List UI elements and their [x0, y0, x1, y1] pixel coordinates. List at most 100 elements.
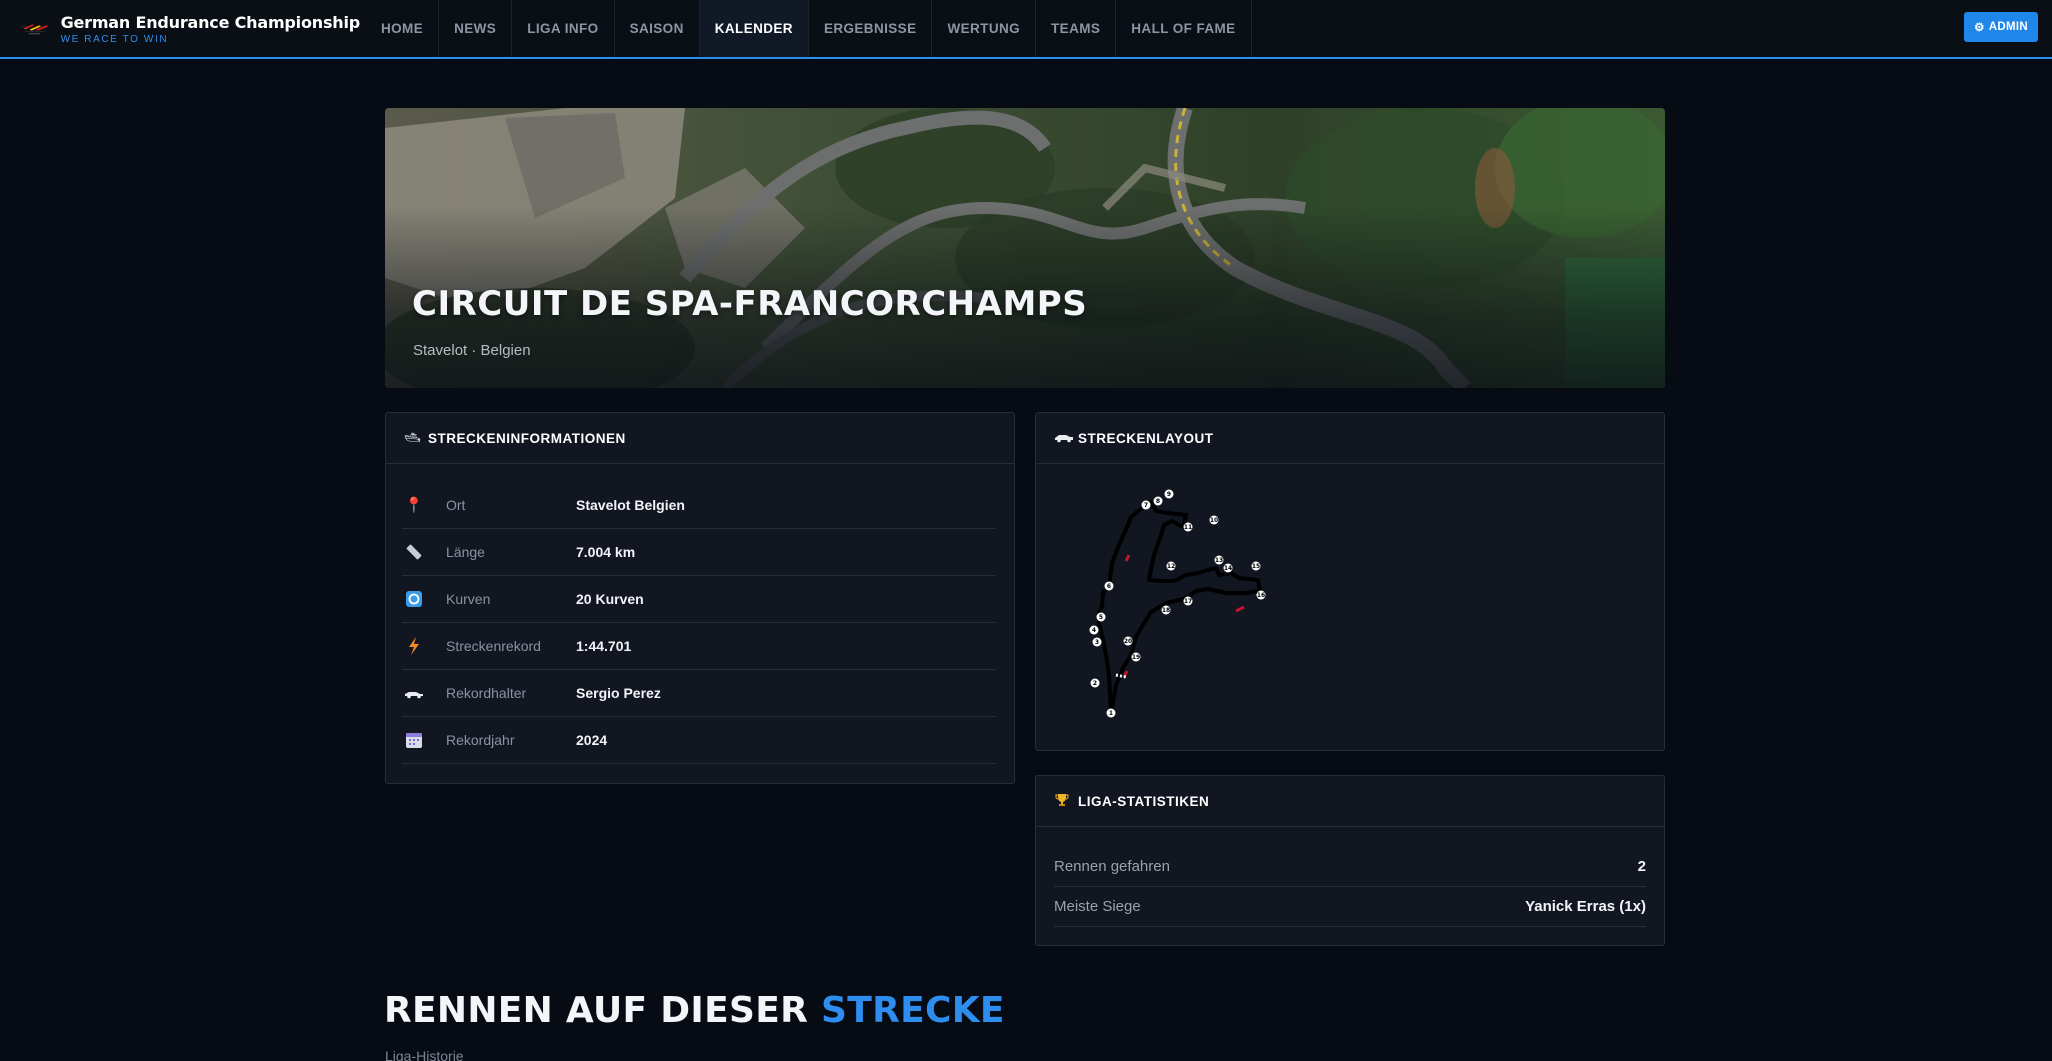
- corner-marker: 6: [1104, 581, 1114, 591]
- info-row-holder: Rekordhalter Sergio Perez: [402, 670, 996, 717]
- corner-number: 14: [1224, 565, 1232, 572]
- info-label: Kurven: [446, 591, 491, 607]
- brand-tagline: WE RACE TO WIN: [60, 33, 169, 45]
- corner-number: 11: [1184, 524, 1192, 531]
- league-stats-title: LIGA-STATISTIKEN: [1078, 793, 1210, 809]
- nav-teams[interactable]: TEAMS: [1036, 0, 1117, 57]
- corner-number: 19: [1132, 654, 1140, 661]
- nav-saison[interactable]: SAISON: [615, 0, 700, 57]
- admin-label: ADMIN: [1988, 21, 2028, 33]
- track-info-card: 🛥 STRECKENINFORMATIONEN 📍 Ort Stavelot B…: [385, 412, 1015, 784]
- stat-value: Yanick Erras (1x): [1525, 898, 1646, 915]
- corner-number: 4: [1092, 627, 1096, 634]
- info-label: Ort: [446, 497, 466, 513]
- nav-kalender[interactable]: KALENDER: [699, 0, 809, 57]
- corner-marker: 15: [1251, 561, 1261, 571]
- corner-number: 13: [1215, 557, 1223, 564]
- nav-hall-of-fame[interactable]: HALL OF FAME: [1116, 0, 1252, 57]
- brand[interactable]: German Endurance Championship WE RACE TO…: [0, 0, 360, 57]
- track-info-header: 🛥 STRECKENINFORMATIONEN: [386, 413, 1014, 464]
- car-icon: 🛥: [404, 430, 421, 445]
- races-section-subtitle: Liga-Historie: [385, 1048, 464, 1061]
- corner-marker: 18: [1161, 605, 1171, 615]
- league-stats-card: LIGA-STATISTIKEN Rennen gefahren 2 Meist…: [1035, 775, 1665, 946]
- corner-number: 9: [1167, 491, 1171, 498]
- nav-news[interactable]: NEWS: [439, 0, 513, 57]
- corner-marker: 9: [1164, 489, 1174, 499]
- refresh-icon: [402, 587, 426, 611]
- corner-marker: 20: [1123, 636, 1133, 646]
- corner-number: 3: [1095, 639, 1099, 646]
- nav-home[interactable]: HOME: [366, 0, 440, 57]
- corner-marker: 11: [1183, 522, 1193, 532]
- navbar: German Endurance Championship WE RACE TO…: [0, 0, 2052, 59]
- track-kerb: [1124, 554, 1131, 562]
- corner-number: 10: [1210, 517, 1218, 524]
- corner-number: 18: [1162, 607, 1170, 614]
- track-layout-header: STRECKENLAYOUT: [1036, 413, 1664, 464]
- corner-number: 1: [1109, 710, 1113, 717]
- admin-button[interactable]: ⚙ ADMIN: [1964, 12, 2038, 42]
- track-info-title: STRECKENINFORMATIONEN: [428, 430, 626, 446]
- calendar-icon: [402, 728, 426, 752]
- info-value: Stavelot Belgien: [576, 497, 685, 513]
- info-row-length: Länge 7.004 km: [402, 529, 996, 576]
- hero-gradient-overlay: [385, 108, 1665, 388]
- info-row-record: Streckenrekord 1:44.701: [402, 623, 996, 670]
- corner-marker: 5: [1096, 612, 1106, 622]
- stat-value: 2: [1637, 858, 1646, 875]
- corner-marker: 14: [1223, 563, 1233, 573]
- brand-title: German Endurance Championship: [60, 12, 361, 32]
- info-row-location: 📍 Ort Stavelot Belgien: [402, 482, 996, 529]
- stat-label: Meiste Siege: [1054, 898, 1141, 915]
- corner-marker: 12: [1166, 561, 1176, 571]
- ruler-icon: [402, 540, 426, 564]
- info-label: Länge: [446, 544, 485, 560]
- pin-icon: 📍: [404, 497, 424, 514]
- info-value: 20 Kurven: [576, 591, 644, 607]
- info-value: Sergio Perez: [576, 685, 661, 701]
- corner-number: 5: [1099, 614, 1103, 621]
- corner-marker: 19: [1131, 652, 1141, 662]
- info-label: Rekordjahr: [446, 732, 515, 748]
- corner-marker: 2: [1090, 678, 1100, 688]
- track-map: 1 2 3 4 5 6 7 8 9 10 11 12 13 14 15 16 1…: [1089, 489, 1266, 718]
- racecar-icon: [402, 681, 426, 705]
- corner-number: 2: [1093, 680, 1097, 687]
- nav-wertung[interactable]: WERTUNG: [932, 0, 1037, 57]
- track-location: Stavelot · Belgien: [413, 342, 531, 359]
- info-value: 7.004 km: [576, 544, 636, 560]
- nav-liga-info[interactable]: LIGA INFO: [512, 0, 615, 57]
- corner-marker: 8: [1153, 496, 1163, 506]
- trophy-icon: [1054, 793, 1070, 810]
- corner-number: 16: [1257, 592, 1265, 599]
- corner-marker: 1: [1106, 708, 1116, 718]
- corner-number: 6: [1107, 583, 1111, 590]
- lightning-icon: [402, 634, 426, 658]
- corner-marker: 7: [1141, 500, 1151, 510]
- main-nav: HOME NEWS LIGA INFO SAISON KALENDER ERGE…: [366, 0, 1252, 57]
- track-title: CIRCUIT DE SPA-FRANCORCHAMPS: [412, 284, 1088, 324]
- track-layout-title: STRECKENLAYOUT: [1078, 430, 1214, 446]
- track-hero: CIRCUIT DE SPA-FRANCORCHAMPS Stavelot · …: [385, 108, 1665, 388]
- corner-number: 20: [1124, 638, 1132, 645]
- corner-number: 8: [1156, 498, 1160, 505]
- info-label: Rekordhalter: [446, 685, 527, 701]
- corner-marker: 13: [1214, 555, 1224, 565]
- corner-marker: 4: [1089, 625, 1099, 635]
- info-value: 1:44.701: [576, 638, 632, 654]
- info-row-corners: Kurven 20 Kurven: [402, 576, 996, 623]
- corner-number: 17: [1184, 598, 1192, 605]
- races-title-main: RENNEN AUF DIESER: [384, 990, 821, 1031]
- nav-ergebnisse[interactable]: ERGEBNISSE: [809, 0, 933, 57]
- info-row-year: Rekordjahr 2024: [402, 717, 996, 764]
- corner-marker: 10: [1209, 515, 1219, 525]
- league-stats-header: LIGA-STATISTIKEN: [1036, 776, 1664, 827]
- races-title-accent: STRECKE: [820, 990, 1005, 1031]
- info-label: Streckenrekord: [446, 638, 541, 654]
- stat-label: Rennen gefahren: [1054, 858, 1170, 875]
- stat-row-wins: Meiste Siege Yanick Erras (1x): [1054, 887, 1646, 927]
- corner-number: 12: [1167, 563, 1175, 570]
- racecar-icon: [1054, 431, 1073, 446]
- corner-marker: 17: [1183, 596, 1193, 606]
